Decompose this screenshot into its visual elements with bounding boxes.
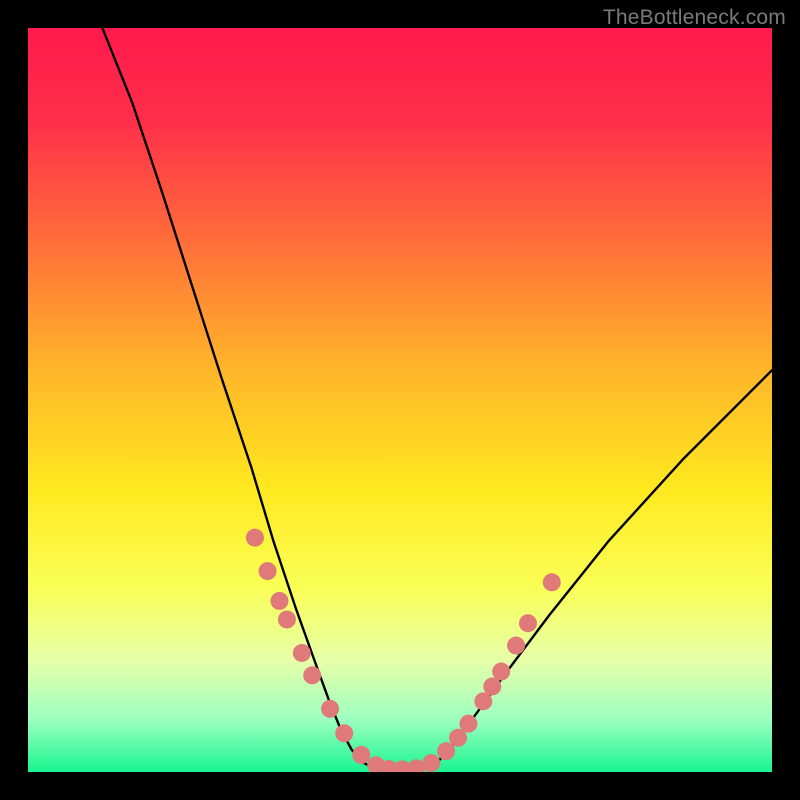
marker-dot [259, 562, 277, 580]
curve-left-curve [102, 28, 374, 768]
marker-dot [303, 666, 321, 684]
watermark-text: TheBottleneck.com [603, 6, 786, 30]
marker-dot [335, 724, 353, 742]
marker-dot [352, 746, 370, 764]
marker-dot [270, 592, 288, 610]
marker-dot [246, 529, 264, 547]
marker-dot [321, 700, 339, 718]
marker-dot [459, 715, 477, 733]
marker-dot [507, 637, 525, 655]
marker-dot [519, 614, 537, 632]
plot-area [28, 28, 772, 772]
marker-dot [293, 644, 311, 662]
marker-dot [437, 742, 455, 760]
marker-dot [543, 573, 561, 591]
marker-dot [278, 610, 296, 628]
marker-dot [492, 663, 510, 681]
marker-dot [422, 754, 440, 772]
chart-frame: TheBottleneck.com [0, 0, 800, 800]
chart-svg [28, 28, 772, 772]
curve-right-curve [426, 370, 772, 768]
